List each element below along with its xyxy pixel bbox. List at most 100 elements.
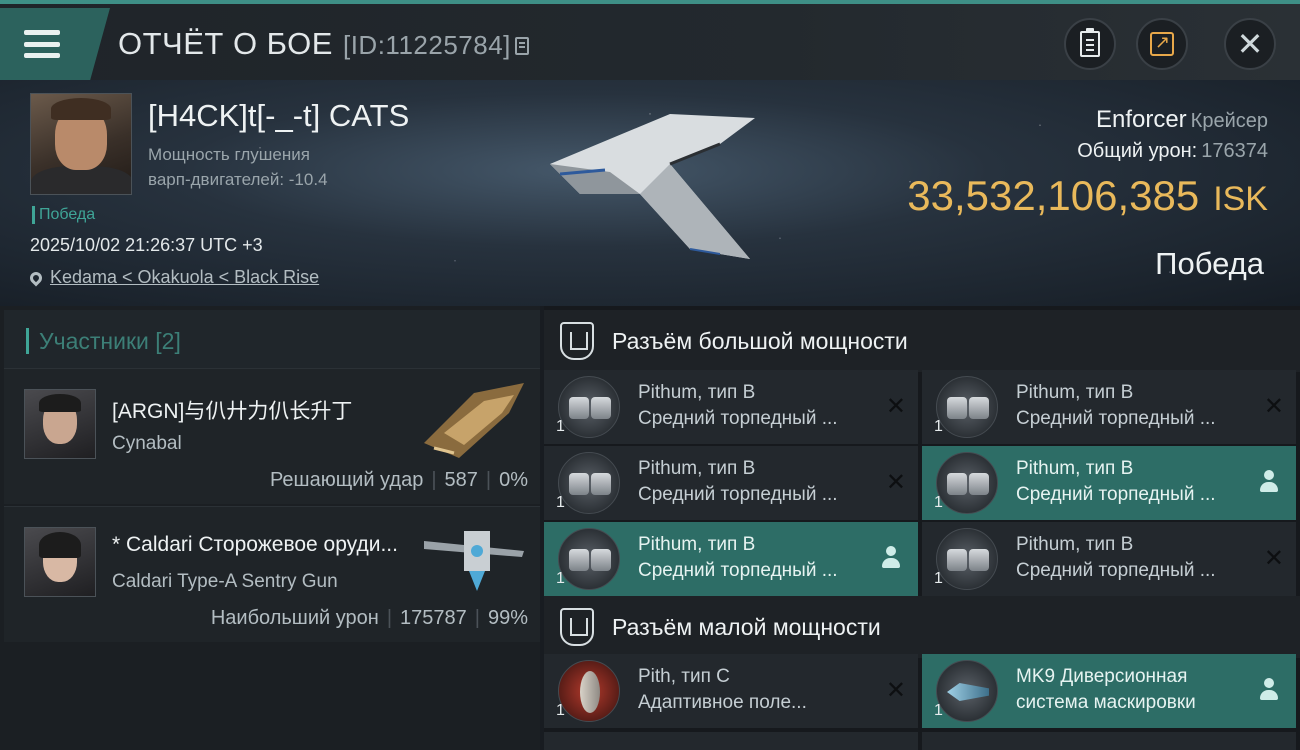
shield-icon [560,322,594,360]
module-item[interactable]: 1 Pithum, тип B Средний торпедный ... ✕ [922,522,1296,596]
menu-icon [24,30,60,58]
low-slot-title: Разъём малой мощности [612,613,881,640]
module-item-partial[interactable] [922,732,1296,750]
module-item[interactable]: 1 Pithum, тип B Средний торпедный ... ✕ [544,370,918,444]
module-item-partial[interactable] [544,732,918,750]
close-button[interactable]: ✕ [1224,18,1276,70]
shield-hardener-icon [558,660,620,722]
cloaking-device-icon [936,660,998,722]
menu-button[interactable] [0,8,110,80]
module-quantity: 1 [556,418,565,435]
module-quantity: 1 [934,702,943,719]
clipboard-icon [1080,28,1100,57]
participant-stats: Наибольший урон | 175787 | 99% [210,607,528,629]
module-item[interactable]: 1 Pithum, тип B Средний торпедный ... [544,522,918,596]
isk-amount: 33,532,106,385 [907,172,1200,219]
module-item[interactable]: 1 Pith, тип C Адаптивное поле... ✕ [544,654,918,728]
ship-image [550,114,755,259]
participant-ship-image [424,383,524,458]
user-icon [1260,470,1278,494]
high-slot-title: Разъём большой мощности [612,327,908,354]
participant-damage: 587 [444,469,478,491]
participant-name: [ARGN]与仈廾力仈长升丁 [112,400,353,423]
pilot-attribute: Мощность глушения варп-двигателей: -10.4 [148,142,328,192]
participant-row[interactable]: [ARGN]与仈廾力仈长升丁 Cynabal Решающий удар | 587… [4,368,540,504]
participants-title: Участники [2] [39,327,181,354]
module-quantity: 1 [556,702,565,719]
participant-ship: Caldari Type-A Sentry Gun [112,571,338,592]
close-icon: ✕ [885,676,906,704]
victim-panel: [H4CK]t[-_-t] CATS Мощность глушения вар… [0,80,1300,306]
participant-role: Решающий удар [269,469,424,491]
ship-info: Enforcer Крейсер [1096,106,1268,134]
module-name: MK9 Диверсионная [1016,666,1188,687]
participant-stats: Решающий удар | 587 | 0% [269,469,528,491]
module-item[interactable]: 1 Pithum, тип B Средний торпедный ... ✕ [922,370,1296,444]
pilot-attribute-line2: варп-двигателей: -10.4 [148,170,328,189]
torpedo-launcher-icon [558,376,620,438]
copy-icon[interactable] [514,36,529,55]
torpedo-launcher-icon [558,528,620,590]
module-description: Средний торпедный ... [1016,484,1216,505]
pilot-name[interactable]: [H4CK]t[-_-t] CATS [148,98,409,134]
torpedo-launcher-icon [936,452,998,514]
module-name: Pithum, тип B [638,382,756,403]
battle-report-screen: ОТЧЁТ О БОЕ [ID:11225784] ✕ [H4CK]t[-_-t]… [0,0,1300,750]
clipboard-button[interactable] [1064,18,1116,70]
close-icon: ✕ [885,468,906,496]
low-slot-header: Разъём малой мощности [544,596,1300,658]
participant-ship: Cynabal [112,433,182,454]
module-quantity: 1 [934,570,943,587]
participants-header: Участники [2] [4,310,540,372]
fitting-panel: Разъём большой мощности 1 Pithum, тип B … [544,306,1300,750]
location-pin-icon [27,269,45,287]
module-description: Средний торпедный ... [638,560,838,581]
participant-ship-image [424,531,524,591]
share-button[interactable] [1136,18,1188,70]
title-text: ОТЧЁТ О БОЕ [118,26,333,61]
isk-value: 33,532,106,385 ISK [907,172,1268,220]
damage-value: 176374 [1201,140,1268,162]
location-link[interactable]: Kedama < Okakuola < Black Rise [27,267,320,288]
user-icon [1260,678,1278,702]
close-icon: ✕ [1236,25,1264,63]
module-description: Средний торпедный ... [1016,408,1216,429]
module-item[interactable]: 1 Pithum, тип B Средний торпедный ... ✕ [544,446,918,520]
avatar [24,527,96,597]
high-slot-header: Разъём большой мощности [544,310,1300,372]
close-icon: ✕ [885,392,906,420]
share-icon [1150,32,1174,56]
pilot-portrait[interactable] [30,93,132,195]
module-quantity: 1 [556,494,565,511]
total-damage: Общий урон: 176374 [1077,140,1268,163]
torpedo-launcher-icon [936,376,998,438]
module-name: Pithum, тип B [1016,382,1134,403]
top-bar: ОТЧЁТ О БОЕ [ID:11225784] ✕ [0,0,1300,80]
module-name: Pithum, тип B [638,458,756,479]
module-description: система маскировки [1016,692,1196,713]
user-icon [882,546,900,570]
close-icon: ✕ [1263,392,1284,420]
kill-datetime: 2025/10/02 21:26:37 UTC +3 [30,235,263,255]
module-name: Pithum, тип B [1016,534,1134,555]
module-name: Pithum, тип B [1016,458,1134,479]
module-quantity: 1 [934,494,943,511]
module-item[interactable]: 1 MK9 Диверсионная система маскировки [922,654,1296,728]
avatar [24,389,96,459]
module-description: Средний торпедный ... [638,408,838,429]
module-name: Pith, тип C [638,666,730,687]
module-description: Средний торпедный ... [1016,560,1216,581]
torpedo-launcher-icon [936,528,998,590]
page-title: ОТЧЁТ О БОЕ [ID:11225784] [118,26,529,62]
module-item[interactable]: 1 Pithum, тип B Средний торпедный ... [922,446,1296,520]
ship-class: Крейсер [1190,110,1268,132]
ship-name: Enforcer [1095,106,1187,133]
pilot-attribute-line1: Мощность глушения [148,145,310,164]
close-icon: ✕ [1263,544,1284,572]
location-text: Kedama < Okakuola < Black Rise [50,267,320,287]
isk-unit: ISK [1213,180,1268,218]
torpedo-launcher-icon [558,452,620,514]
module-description: Адаптивное поле... [638,692,807,713]
report-id: [ID:11225784] [342,30,511,60]
participant-row[interactable]: * Caldari Сторожевое оруди... Caldari Ty… [4,506,540,642]
